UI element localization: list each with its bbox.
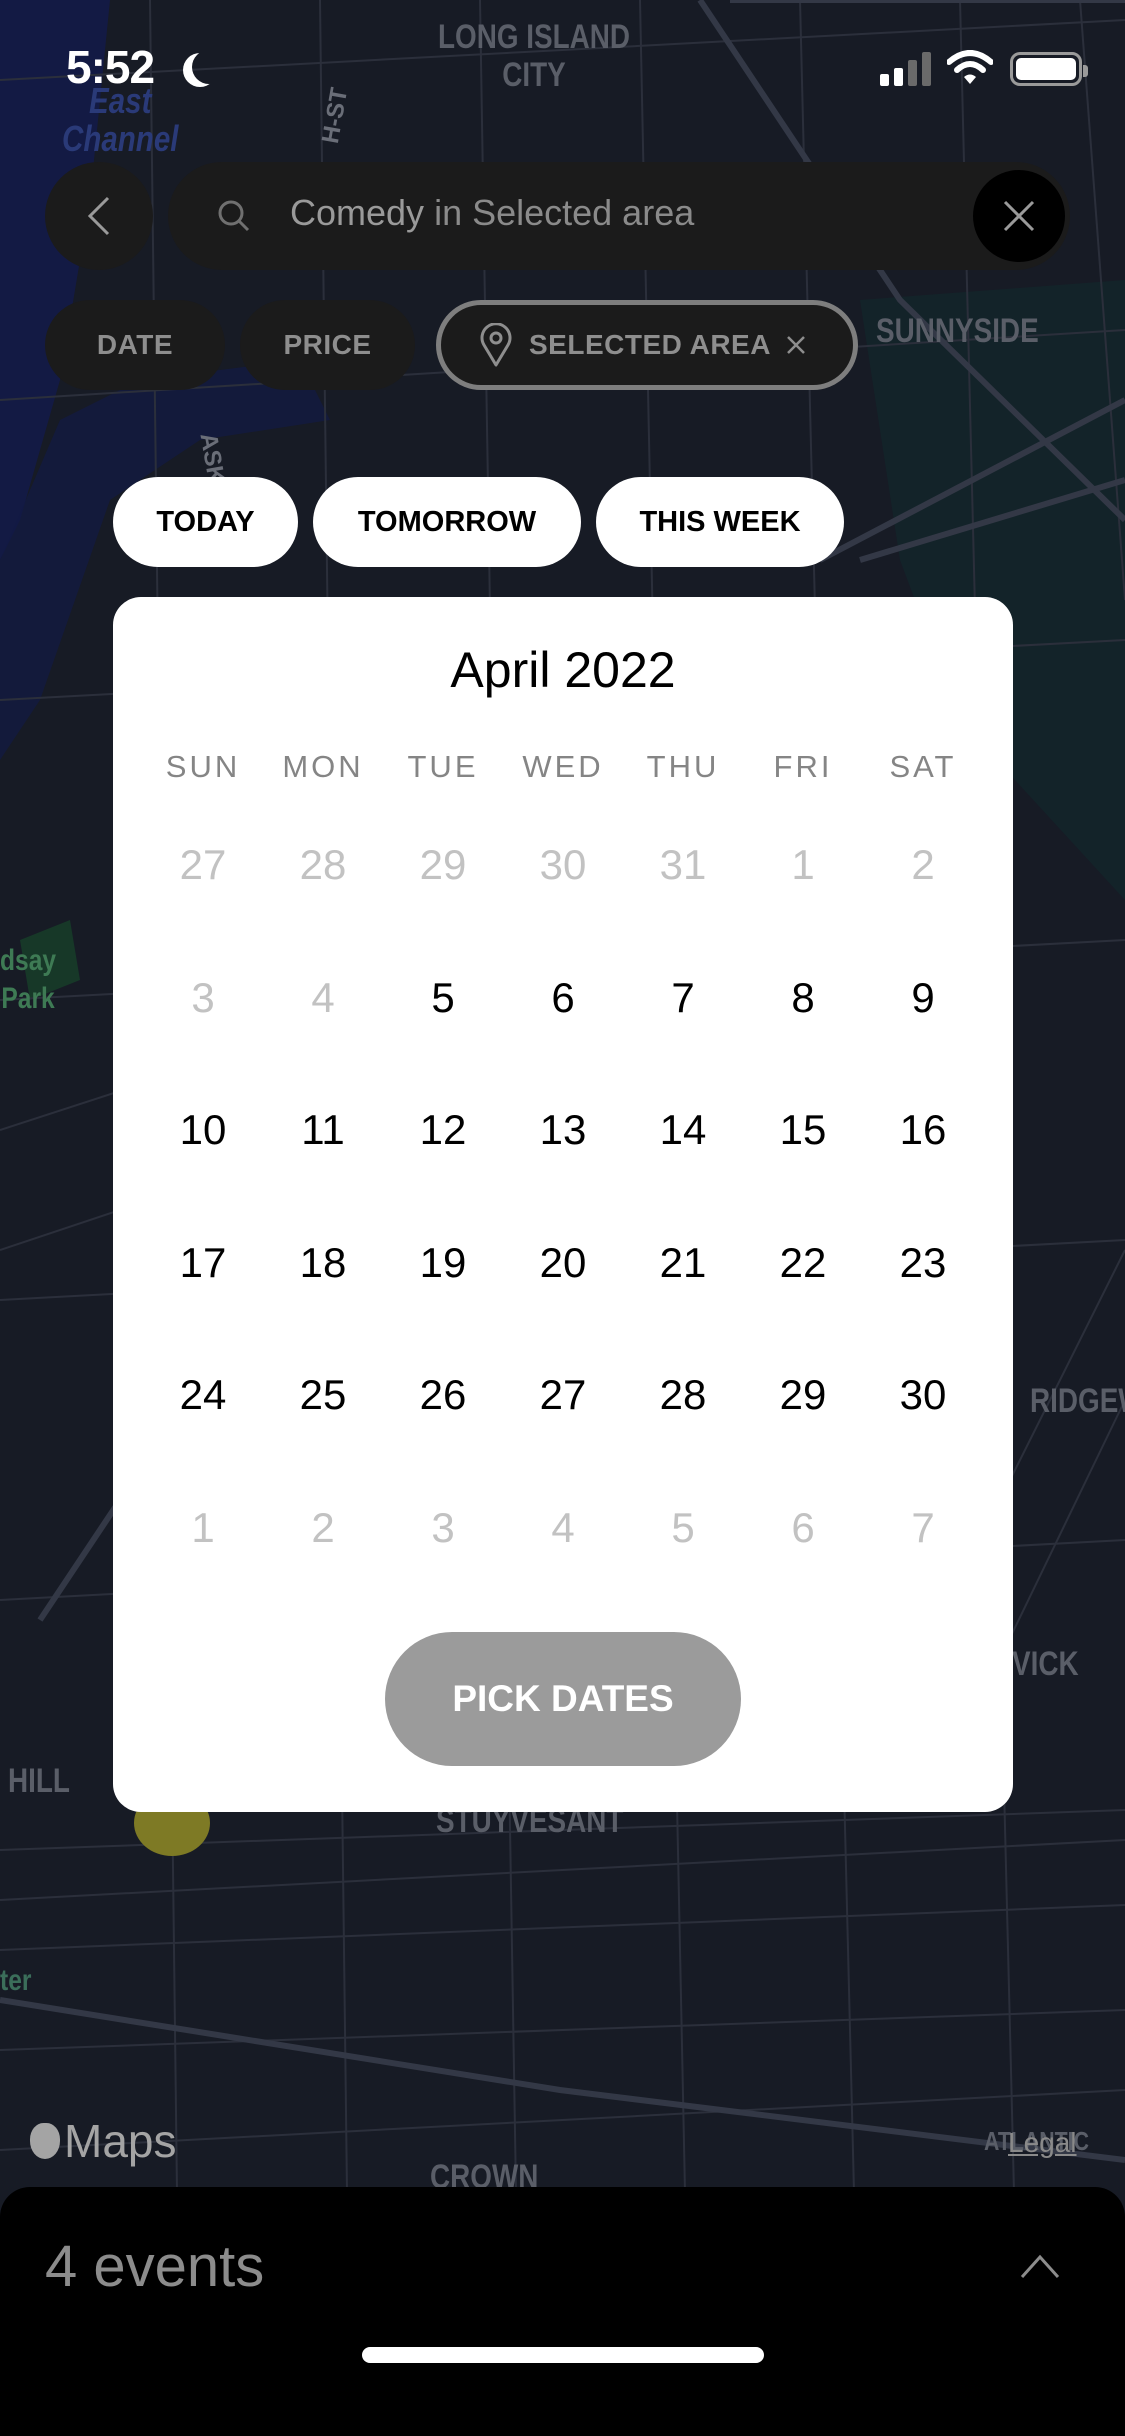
events-bottom-sheet[interactable]: 4 events	[0, 2187, 1125, 2436]
weekday-label: TUE	[407, 749, 479, 784]
calendar-day-disabled: 1	[791, 841, 815, 888]
weekday-label: SUN	[165, 749, 241, 784]
map-label-lindsay-park: dsay Park	[0, 944, 57, 1015]
maps-attribution-text: Maps	[64, 2115, 177, 2167]
filter-price-chip[interactable]: PRICE	[240, 300, 415, 390]
date-picker-calendar: April 2022 SUN MON TUE WED THU FRI SAT 2…	[113, 597, 1013, 1812]
weekday-label: FRI	[773, 749, 833, 784]
search-query: Comedy	[290, 192, 425, 233]
tomorrow-button[interactable]: TOMORROW	[313, 477, 581, 567]
calendar-weekday-header: SUN MON TUE WED THU FRI SAT	[143, 749, 983, 785]
legal-link[interactable]: Legal	[1008, 2127, 1077, 2159]
today-button[interactable]: TODAY	[113, 477, 298, 567]
calendar-day-disabled: 5	[671, 1503, 695, 1551]
home-indicator	[362, 2347, 764, 2363]
calendar-day-disabled: 3	[431, 1503, 455, 1551]
calendar-day[interactable]: 9	[863, 968, 983, 1101]
back-button[interactable]	[45, 162, 153, 270]
calendar-day-disabled: 4	[551, 1503, 575, 1551]
calendar-day-disabled: 31	[659, 841, 707, 888]
weekday-label: WED	[522, 749, 604, 784]
calendar-day-disabled: 30	[539, 841, 587, 888]
search-context: in Selected area	[424, 192, 695, 233]
calendar-day[interactable]: 30	[863, 1365, 983, 1498]
calendar-day[interactable]: 21	[623, 1233, 743, 1366]
moon-icon	[192, 50, 226, 84]
calendar-day[interactable]: 13	[503, 1100, 623, 1233]
calendar-day-disabled: 2	[911, 841, 935, 888]
calendar-day-disabled: 4	[311, 973, 335, 1021]
search-query-text: Comedy in Selected area	[290, 192, 694, 234]
location-pin-icon	[480, 323, 512, 367]
calendar-day[interactable]: 15	[743, 1100, 863, 1233]
filter-selected-area-label: SELECTED AREA	[529, 329, 771, 360]
calendar-day[interactable]: 8	[743, 968, 863, 1101]
calendar-day[interactable]: 24	[143, 1365, 263, 1498]
calendar-day-grid: 27 28 29 30 31 1 2 3 4 5 6 7 8 9 10 11 12 13 14 15 16 17 18 19 2…	[143, 835, 983, 1630]
calendar-day[interactable]: 10	[143, 1100, 263, 1233]
search-input[interactable]: Comedy in Selected area	[168, 162, 1070, 270]
calendar-day-disabled: 3	[191, 973, 215, 1021]
calendar-day[interactable]: 11	[263, 1100, 383, 1233]
status-bar: 5:52	[0, 0, 1125, 130]
weekday-label: THU	[646, 749, 720, 784]
calendar-day[interactable]: 20	[503, 1233, 623, 1366]
calendar-day-disabled: 28	[299, 841, 347, 888]
status-time: 5:52	[66, 41, 155, 93]
map-label-ridgewood: RIDGEW	[1030, 1382, 1125, 1420]
calendar-day-disabled: 27	[179, 841, 227, 888]
weekday-label: MON	[282, 749, 364, 784]
map-label-sunnyside: SUNNYSIDE	[876, 312, 1039, 350]
calendar-day[interactable]: 17	[143, 1233, 263, 1366]
calendar-day[interactable]: 28	[623, 1365, 743, 1498]
calendar-day[interactable]: 14	[623, 1100, 743, 1233]
map-label-bushwick: VICK	[1012, 1645, 1079, 1683]
remove-filter-icon[interactable]	[785, 334, 807, 356]
close-icon	[1003, 200, 1035, 232]
map-label-center: ter	[0, 1964, 32, 1997]
this-week-button[interactable]: THIS WEEK	[596, 477, 844, 567]
weekday-label: SAT	[889, 749, 957, 784]
events-count[interactable]: 4 events	[45, 2233, 264, 2300]
search-icon	[218, 200, 250, 232]
calendar-day[interactable]: 25	[263, 1365, 383, 1498]
wifi-icon	[947, 50, 993, 84]
calendar-day-disabled: 7	[911, 1503, 935, 1551]
apple-maps-attribution: Maps	[30, 2114, 176, 2168]
calendar-day[interactable]: 29	[743, 1365, 863, 1498]
calendar-day[interactable]: 22	[743, 1233, 863, 1366]
calendar-day[interactable]: 12	[383, 1100, 503, 1233]
calendar-month-title: April 2022	[450, 642, 676, 698]
calendar-day[interactable]: 26	[383, 1365, 503, 1498]
calendar-day[interactable]: 19	[383, 1233, 503, 1366]
calendar-day-disabled: 6	[791, 1503, 815, 1551]
calendar-day[interactable]: 7	[623, 968, 743, 1101]
calendar-day[interactable]: 6	[503, 968, 623, 1101]
calendar-day-disabled: 2	[311, 1503, 335, 1551]
battery-icon	[1010, 52, 1088, 86]
apple-logo-icon	[30, 2123, 60, 2159]
calendar-day[interactable]: 18	[263, 1233, 383, 1366]
calendar-day-disabled: 29	[419, 841, 467, 888]
calendar-day[interactable]: 23	[863, 1233, 983, 1366]
calendar-day[interactable]: 27	[503, 1365, 623, 1498]
cellular-signal-icon	[880, 52, 934, 86]
calendar-day-disabled: 1	[191, 1503, 215, 1551]
chevron-left-icon	[87, 196, 110, 236]
clear-search-button[interactable]	[973, 170, 1065, 262]
chevron-up-icon[interactable]	[1020, 2247, 1060, 2287]
calendar-day[interactable]: 5	[383, 968, 503, 1101]
calendar-day[interactable]: 16	[863, 1100, 983, 1233]
pick-dates-button[interactable]: PICK DATES	[385, 1632, 741, 1766]
map-label-hill: HILL	[8, 1762, 70, 1800]
filter-selected-area-chip[interactable]: SELECTED AREA	[436, 300, 858, 390]
filter-date-chip[interactable]: DATE	[45, 300, 225, 390]
